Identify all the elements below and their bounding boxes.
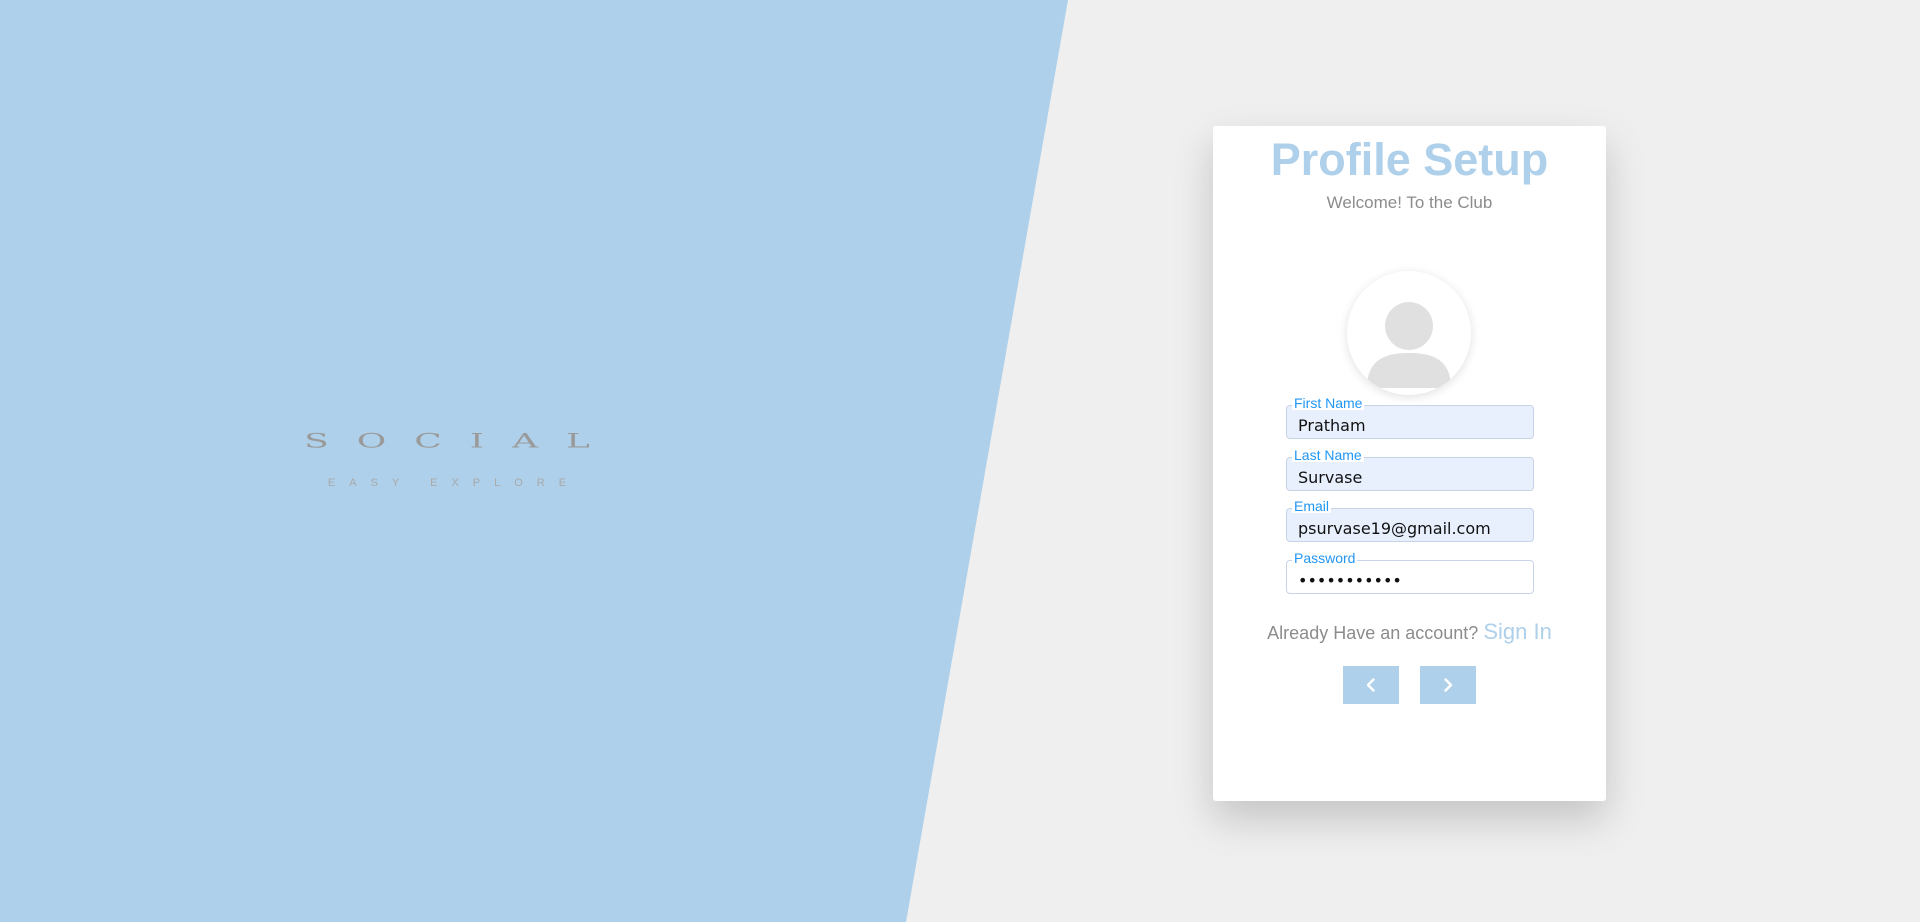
chevron-left-icon [1366,678,1375,692]
logo-tagline: EASY EXPLORE [327,477,581,489]
email-field: Email [1286,499,1534,542]
signin-prompt: Already Have an account? [1267,623,1479,643]
first-name-input[interactable] [1287,406,1533,438]
password-field: Password [1286,551,1534,594]
brand-logo: SOCIAL EASY EXPLORE [262,430,632,490]
previous-button[interactable] [1343,666,1399,704]
profile-setup-card: Profile Setup Welcome! To the Club First… [1213,126,1606,801]
avatar-upload[interactable] [1347,271,1471,395]
page-subtitle: Welcome! To the Club [1326,193,1493,212]
last-name-field: Last Name [1286,448,1534,491]
logo-wordmark: SOCIAL [304,430,618,453]
signin-row: Already Have an account? Sign In [1213,619,1606,645]
page-title: Profile Setup [1270,134,1549,185]
first-name-field: First Name [1286,396,1534,439]
user-placeholder-icon [1367,302,1451,388]
last-name-input[interactable] [1287,458,1533,490]
signin-link[interactable]: Sign In [1483,619,1552,644]
chevron-right-icon [1444,678,1453,692]
next-button[interactable] [1420,666,1476,704]
email-input[interactable] [1287,509,1533,541]
password-input[interactable] [1287,561,1533,593]
page: SOCIAL EASY EXPLORE Profile Setup Welcom… [0,0,1920,922]
